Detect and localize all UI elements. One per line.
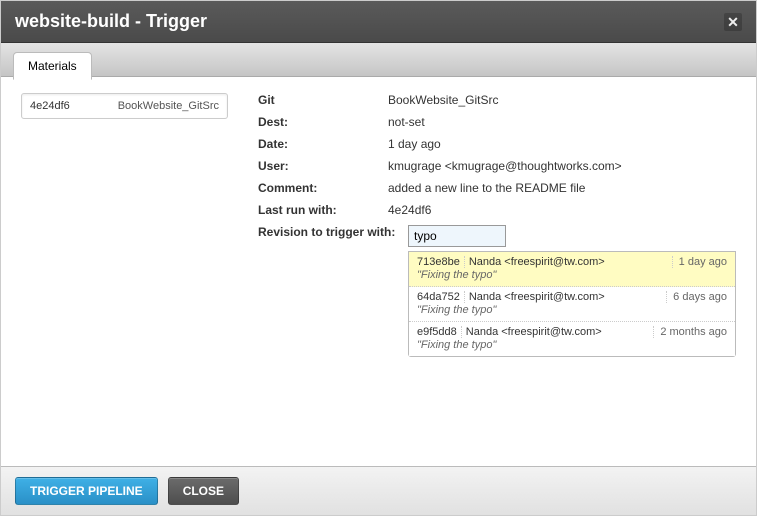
- tab-materials[interactable]: Materials: [13, 52, 92, 80]
- close-button[interactable]: CLOSE: [168, 477, 239, 505]
- ac-message: "Fixing the typo": [417, 304, 727, 316]
- ac-message: "Fixing the typo": [417, 269, 727, 281]
- autocomplete-item[interactable]: 713e8be Nanda <freespirit@tw.com> 1 day …: [409, 252, 735, 287]
- material-name: BookWebsite_GitSrc: [118, 100, 219, 112]
- dialog-header: website-build - Trigger ✕: [1, 1, 756, 43]
- materials-list: 4e24df6 BookWebsite_GitSrc: [21, 93, 228, 457]
- value-git: BookWebsite_GitSrc: [388, 93, 736, 107]
- revision-field-wrap: 713e8be Nanda <freespirit@tw.com> 1 day …: [408, 225, 736, 357]
- label-git: Git: [258, 93, 388, 107]
- label-date: Date:: [258, 137, 388, 151]
- ac-time: 6 days ago: [666, 291, 727, 303]
- label-revision-trigger: Revision to trigger with:: [258, 225, 408, 239]
- label-last-run: Last run with:: [258, 203, 388, 217]
- ac-hash: 64da752: [417, 291, 460, 303]
- ac-author: Nanda <freespirit@tw.com>: [469, 256, 668, 268]
- dialog-title: website-build - Trigger: [15, 11, 207, 32]
- material-revision: 4e24df6: [30, 100, 70, 112]
- revision-input[interactable]: [408, 225, 506, 247]
- revision-autocomplete: 713e8be Nanda <freespirit@tw.com> 1 day …: [408, 251, 736, 357]
- dialog-content: 4e24df6 BookWebsite_GitSrc Git BookWebsi…: [1, 77, 756, 473]
- value-last-run: 4e24df6: [388, 203, 736, 217]
- ac-message: "Fixing the typo": [417, 339, 727, 351]
- ac-time: 2 months ago: [653, 326, 727, 338]
- ac-author: Nanda <freespirit@tw.com>: [469, 291, 662, 303]
- autocomplete-item[interactable]: e9f5dd8 Nanda <freespirit@tw.com> 2 mont…: [409, 322, 735, 356]
- close-icon[interactable]: ✕: [724, 13, 742, 31]
- label-dest: Dest:: [258, 115, 388, 129]
- ac-hash: 713e8be: [417, 256, 460, 268]
- material-details: Git BookWebsite_GitSrc Dest: not-set Dat…: [258, 93, 736, 457]
- dialog-footer: TRIGGER PIPELINE CLOSE: [1, 466, 756, 515]
- value-date: 1 day ago: [388, 137, 736, 151]
- ac-time: 1 day ago: [672, 256, 727, 268]
- value-dest: not-set: [388, 115, 736, 129]
- trigger-pipeline-button[interactable]: TRIGGER PIPELINE: [15, 477, 158, 505]
- autocomplete-item[interactable]: 64da752 Nanda <freespirit@tw.com> 6 days…: [409, 287, 735, 322]
- value-user: kmugrage <kmugrage@thoughtworks.com>: [388, 159, 736, 173]
- ac-hash: e9f5dd8: [417, 326, 457, 338]
- material-item[interactable]: 4e24df6 BookWebsite_GitSrc: [21, 93, 228, 119]
- ac-author: Nanda <freespirit@tw.com>: [466, 326, 650, 338]
- label-user: User:: [258, 159, 388, 173]
- value-comment: added a new line to the README file: [388, 181, 736, 195]
- label-comment: Comment:: [258, 181, 388, 195]
- tab-bar: Materials: [1, 43, 756, 77]
